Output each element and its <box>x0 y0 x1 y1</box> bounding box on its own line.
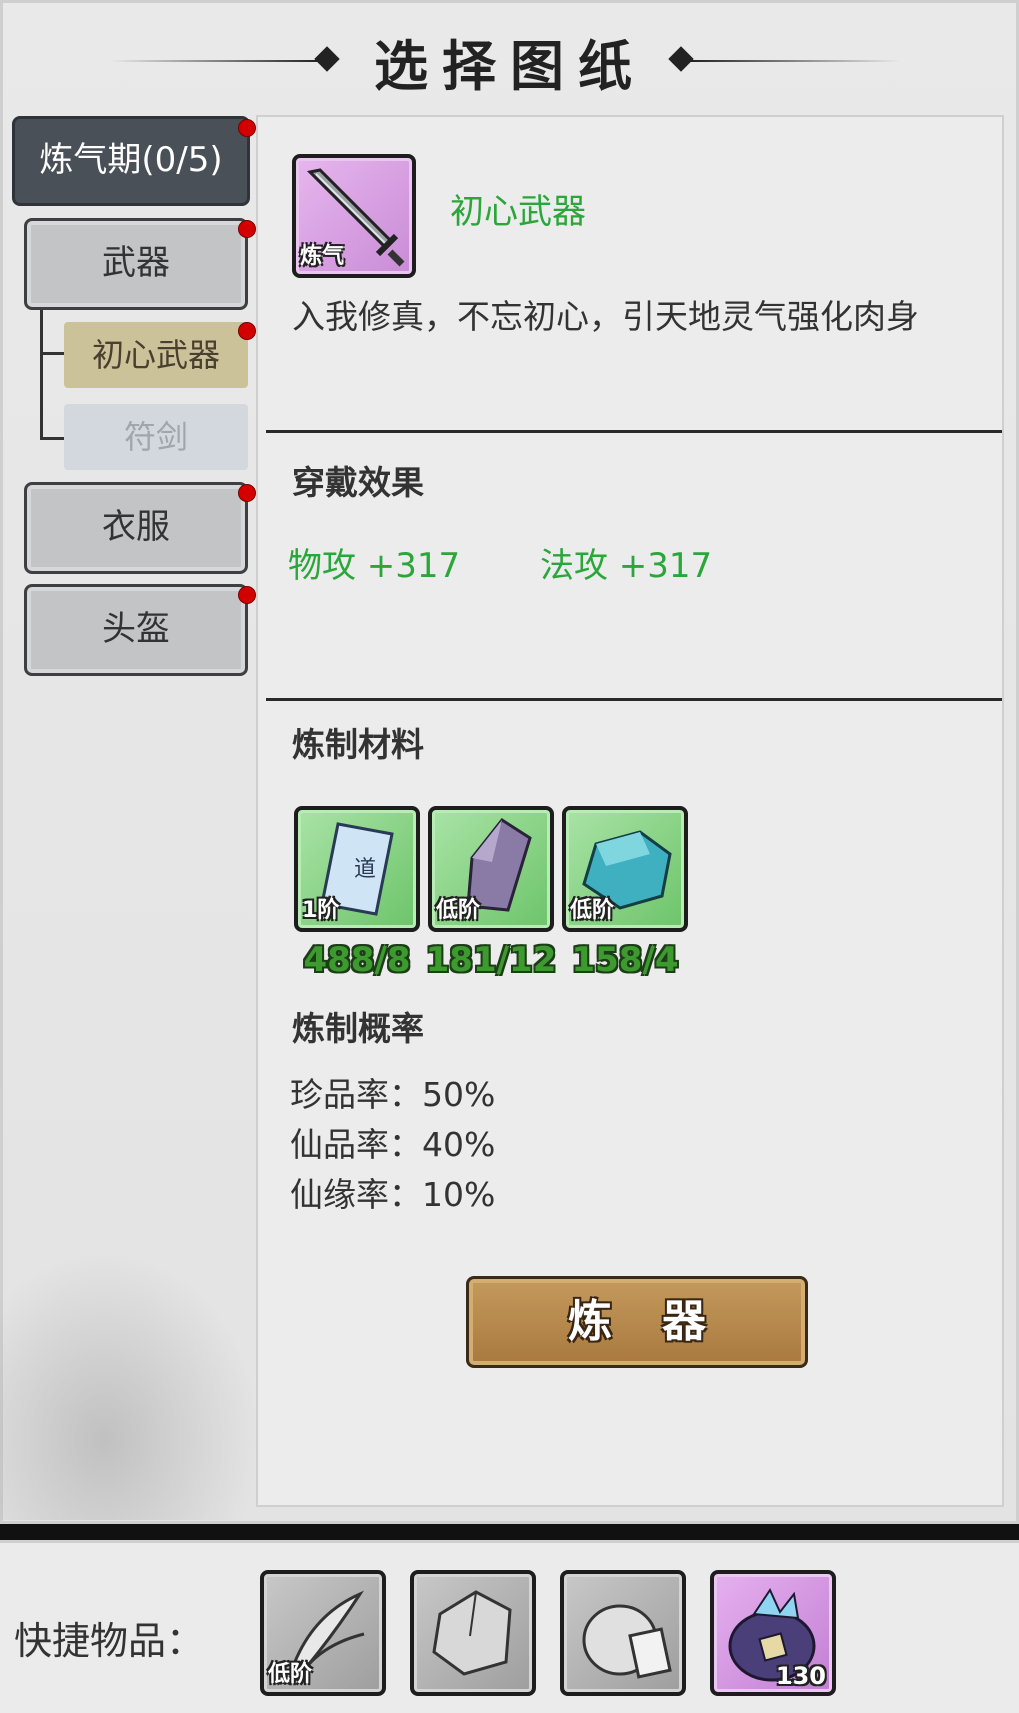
title-diamond-right-icon <box>668 46 694 72</box>
quick-items-label: 快捷物品： <box>14 1619 205 1663</box>
rate-value: 40% <box>422 1125 496 1164</box>
quick-slot-count: 130 <box>775 1662 826 1690</box>
ink-painting-background <box>0 1250 260 1520</box>
material-count: 158/4 <box>571 940 679 980</box>
material-count: 181/12 <box>425 940 557 980</box>
tree-connector <box>40 437 64 440</box>
title-ornament-left <box>110 60 320 62</box>
notification-dot <box>238 119 256 137</box>
rate-row: 仙缘率：10% <box>290 1168 495 1216</box>
purple-crystal-icon[interactable]: 低阶 <box>428 806 554 932</box>
svg-text:道: 道 <box>354 857 376 882</box>
item-description: 入我修真，不忘初心，引天地灵气强化肉身 <box>292 297 919 336</box>
section-divider <box>266 430 1002 433</box>
wear-effect-title: 穿戴效果 <box>292 463 424 502</box>
material-count: 488/8 <box>303 940 411 980</box>
rate-row: 珍品率：50% <box>290 1068 495 1116</box>
rate-row: 仙品率：40% <box>290 1118 495 1166</box>
notification-dot <box>238 586 256 604</box>
tree-connector <box>40 352 64 355</box>
teal-ore-icon[interactable]: 低阶 <box>562 806 688 932</box>
divider-bar <box>0 1524 1019 1540</box>
materials-title: 炼制材料 <box>292 725 424 764</box>
rate-value: 10% <box>422 1175 496 1214</box>
section-divider <box>266 698 1002 701</box>
blueprint-item-chuxin-weapon[interactable]: 初心武器 <box>64 322 248 388</box>
notification-dot <box>238 484 256 502</box>
stat-magic-attack: 法攻 +317 <box>540 546 713 586</box>
craft-button[interactable]: 炼器 <box>466 1276 808 1368</box>
material-tier-tag: 1阶 <box>302 898 340 923</box>
ore-rock-icon[interactable] <box>410 1570 536 1696</box>
treasure-bag-icon[interactable]: 130 <box>710 1570 836 1696</box>
notification-dot <box>238 220 256 238</box>
rate-label: 珍品率： <box>290 1075 422 1114</box>
material-tier-tag: 低阶 <box>436 898 481 923</box>
probability-title: 炼制概率 <box>292 1009 424 1048</box>
category-weapon-button[interactable]: 武器 <box>24 218 248 310</box>
rate-value: 50% <box>422 1075 496 1114</box>
item-name: 初心武器 <box>450 192 586 232</box>
page-title: 选择图纸 <box>374 34 646 98</box>
category-helmet-button[interactable]: 头盔 <box>24 584 248 676</box>
talisman-scroll-icon[interactable]: 道 1阶 <box>294 806 420 932</box>
rate-label: 仙缘率： <box>290 1175 422 1214</box>
quick-slot-tag: 低阶 <box>268 1662 313 1687</box>
blueprint-item-fujian[interactable]: 符剑 <box>64 404 248 470</box>
material-tier-tag: 低阶 <box>570 898 615 923</box>
item-tier-tag: 炼气 <box>300 244 345 269</box>
notification-dot <box>238 322 256 340</box>
grass-herb-icon[interactable]: 低阶 <box>260 1570 386 1696</box>
stat-physical-attack: 物攻 +317 <box>288 546 461 586</box>
tree-connector <box>40 310 43 440</box>
title-diamond-left-icon <box>314 46 340 72</box>
category-clothes-button[interactable]: 衣服 <box>24 482 248 574</box>
stage-tab[interactable]: 炼气期(0/5) <box>12 116 250 206</box>
rate-label: 仙品率： <box>290 1125 422 1164</box>
title-ornament-right <box>690 60 900 62</box>
title-bar: 选择图纸 <box>0 0 1019 115</box>
pouch-scroll-icon[interactable] <box>560 1570 686 1696</box>
sword-icon[interactable]: 炼气 <box>292 154 416 278</box>
